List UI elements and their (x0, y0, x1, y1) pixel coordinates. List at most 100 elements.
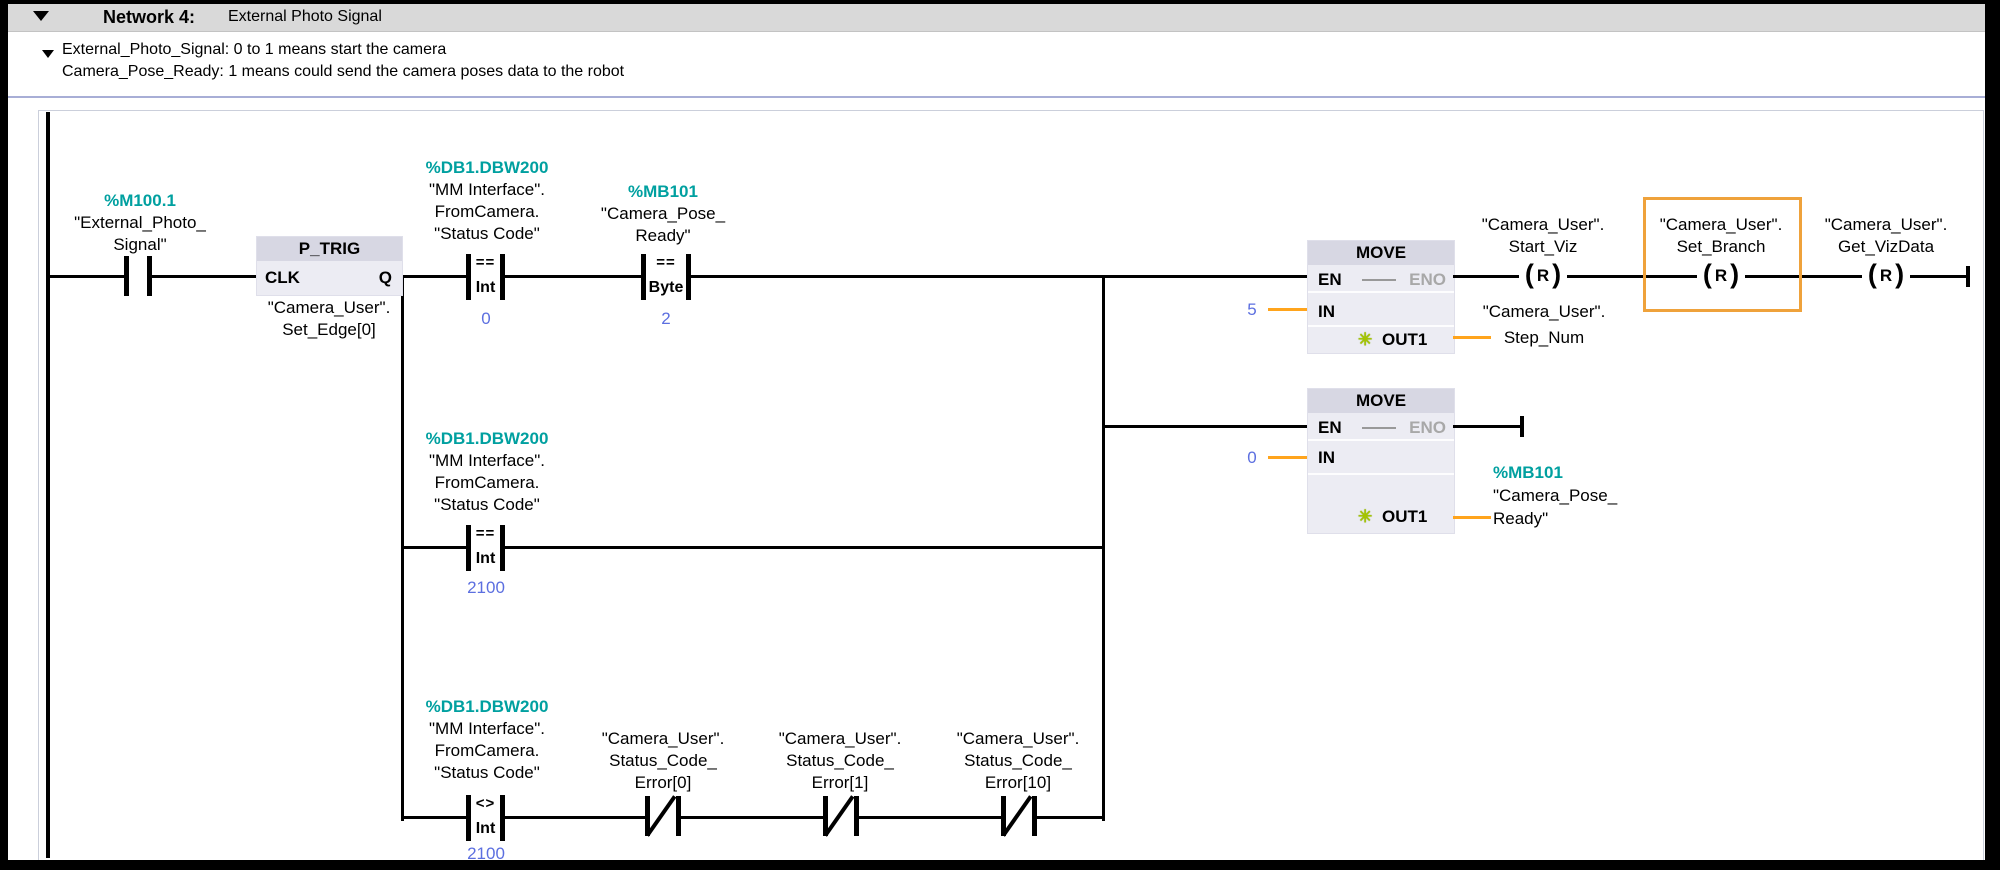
operand-label[interactable]: %M100.1 "External_Photo_ Signal" (40, 190, 240, 256)
frame-border (1985, 0, 2000, 870)
constant-value[interactable]: 2100 (447, 578, 525, 598)
in-input[interactable]: IN (1318, 302, 1335, 322)
comment-separator (8, 96, 1985, 98)
cmp-datatype[interactable]: Int (466, 820, 505, 838)
frame-border (0, 860, 2000, 870)
wire (1453, 275, 1519, 278)
cmp-datatype[interactable]: Int (466, 279, 505, 297)
operand-label[interactable]: "Camera_User". Start_Viz (1443, 214, 1643, 258)
address-label[interactable]: %DB1.DBW200 (377, 696, 597, 718)
wire (1037, 816, 1105, 819)
coil-operator: R (1537, 266, 1549, 286)
cmp-operator[interactable]: == (466, 255, 505, 271)
en-eno-dash (1362, 427, 1396, 429)
rung-end-marker (1966, 266, 1970, 287)
wire (859, 816, 1001, 819)
wire (505, 546, 1104, 549)
constant-value[interactable]: 5 (1240, 300, 1264, 320)
fresh-value-icon: ✳ (1358, 331, 1372, 348)
wire (505, 816, 645, 819)
coil-paren: ( (1525, 260, 1534, 288)
p-trig-instance-label[interactable]: "Camera_User". Set_Edge[0] (229, 297, 429, 341)
coil-paren: ) (1552, 260, 1561, 288)
network-title[interactable]: External Photo Signal (228, 8, 382, 26)
wire (1453, 425, 1520, 428)
fresh-value-icon: ✳ (1358, 508, 1372, 525)
cmp-datatype[interactable]: Byte (641, 279, 691, 297)
reset-coil-start-viz[interactable]: ( R ) (1519, 261, 1567, 291)
coil-paren: ) (1730, 260, 1739, 288)
clk-input[interactable]: CLK (265, 268, 300, 288)
operand-label[interactable]: %MB101 "Camera_Pose_ Ready" (1493, 461, 1673, 530)
nc-contact-bar[interactable] (676, 796, 681, 836)
operand-label[interactable]: "Camera_User". Status_Code_ Error[0] (563, 728, 763, 794)
p-trig-block[interactable]: P_TRIG CLK Q (256, 236, 403, 296)
no-contact-bar[interactable] (147, 256, 152, 296)
operand-label[interactable]: "Camera_User". Step_Num (1462, 299, 1626, 351)
param-connector (1268, 456, 1307, 459)
cmp-operator[interactable]: == (641, 255, 691, 271)
operand-label[interactable]: %MB101 "Camera_Pose_ Ready" (563, 181, 763, 247)
wire (404, 816, 466, 819)
address-label[interactable]: %MB101 (563, 181, 763, 203)
frame-border (0, 0, 8, 870)
wire (1105, 425, 1307, 428)
rung-end-marker (1520, 416, 1524, 437)
operand-label[interactable]: "Camera_User". Status_Code_ Error[1] (740, 728, 940, 794)
en-input[interactable]: EN (1318, 418, 1342, 438)
wire (404, 546, 466, 549)
en-input[interactable]: EN (1318, 270, 1342, 290)
constant-value[interactable]: 0 (447, 309, 525, 329)
wire (401, 275, 466, 278)
wire (1910, 275, 1966, 278)
en-eno-dash (1362, 279, 1396, 281)
wire (152, 275, 256, 278)
comment-line-2[interactable]: Camera_Pose_Ready: 1 means could send th… (62, 63, 624, 81)
in-input[interactable]: IN (1318, 448, 1335, 468)
coil-paren: ( (1868, 260, 1877, 288)
coil-operator: R (1880, 266, 1892, 286)
constant-value[interactable]: 0 (1240, 448, 1264, 468)
block-row-separator (1308, 439, 1454, 441)
block-row-separator (1308, 325, 1454, 327)
reset-coil-set-branch[interactable]: ( R ) (1697, 261, 1745, 291)
operand-label[interactable]: "Camera_User". Get_VizData (1786, 214, 1986, 258)
no-contact-bar[interactable] (124, 256, 129, 296)
wire (681, 816, 823, 819)
wire (50, 275, 124, 278)
cmp-operator[interactable]: == (466, 526, 505, 542)
q-output[interactable]: Q (379, 268, 392, 288)
block-row-separator (1308, 473, 1454, 475)
wire (691, 275, 1307, 278)
move-block-2[interactable]: MOVE EN ENO IN ✳ OUT1 (1307, 388, 1455, 534)
block-row-separator (1308, 291, 1454, 293)
nc-contact-bar[interactable] (854, 796, 859, 836)
address-label[interactable]: %MB101 (1493, 461, 1673, 484)
address-label[interactable]: %M100.1 (40, 190, 240, 212)
frame-border (0, 0, 2000, 4)
wire (505, 275, 641, 278)
reset-coil-get-vizdata[interactable]: ( R ) (1862, 261, 1910, 291)
operand-label[interactable]: %DB1.DBW200 "MM Interface". FromCamera. … (377, 428, 597, 516)
address-label[interactable]: %DB1.DBW200 (377, 157, 597, 179)
out1-output[interactable]: OUT1 (1382, 330, 1427, 350)
cmp-datatype[interactable]: Int (466, 550, 505, 568)
tia-portal-network-view: Network 4: External Photo Signal Externa… (0, 0, 2000, 870)
move-title: MOVE (1308, 241, 1454, 265)
eno-output[interactable]: ENO (1409, 418, 1446, 438)
network-label: Network 4: (103, 7, 195, 28)
comment-line-1[interactable]: External_Photo_Signal: 0 to 1 means star… (62, 41, 446, 59)
param-connector (1453, 516, 1491, 519)
comment-collapse-icon[interactable] (42, 50, 54, 58)
param-connector (1268, 308, 1307, 311)
cmp-operator[interactable]: <> (466, 796, 505, 812)
eno-output[interactable]: ENO (1409, 270, 1446, 290)
network-collapse-icon[interactable] (33, 11, 49, 21)
constant-value[interactable]: 2 (626, 309, 706, 329)
coil-paren: ( (1703, 260, 1712, 288)
move-block-1[interactable]: MOVE EN ENO IN ✳ OUT1 (1307, 240, 1455, 354)
out1-output[interactable]: OUT1 (1382, 507, 1427, 527)
address-label[interactable]: %DB1.DBW200 (377, 428, 597, 450)
operand-label[interactable]: "Camera_User". Status_Code_ Error[10] (918, 728, 1118, 794)
nc-contact-bar[interactable] (1032, 796, 1037, 836)
